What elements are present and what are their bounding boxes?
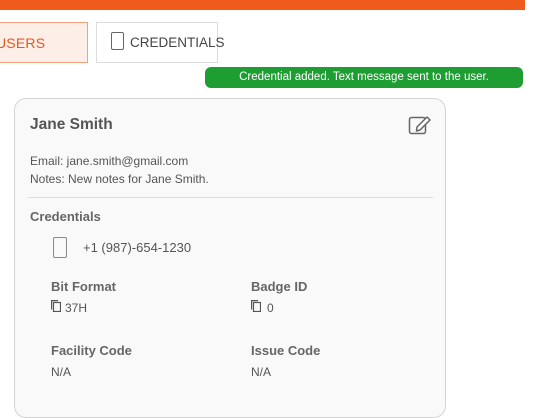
bit-format-value: 37H <box>65 301 88 315</box>
credentials-title: Credentials <box>30 209 101 224</box>
user-notes: Notes: New notes for Jane Smith. <box>30 172 209 186</box>
phone-icon <box>53 237 67 258</box>
issue-code-value: N/A <box>251 365 272 379</box>
tab-users[interactable]: USERS <box>0 22 88 63</box>
tab-credentials[interactable]: CREDENTIALS <box>96 22 225 63</box>
copy-icon[interactable] <box>51 300 61 312</box>
tab-users-label: USERS <box>0 35 46 51</box>
facility-code-value: N/A <box>51 365 72 379</box>
divider <box>28 197 433 198</box>
phone-icon <box>111 32 124 51</box>
copy-icon[interactable] <box>251 300 261 312</box>
user-email: Email: jane.smith@gmail.com <box>30 154 189 168</box>
badge-id-value: 0 <box>267 301 274 315</box>
toast-message: Credential added. Text message sent to t… <box>239 71 489 83</box>
bit-format-label: Bit Format <box>51 279 116 294</box>
facility-code-label: Facility Code <box>51 343 132 358</box>
right-margin <box>525 0 534 389</box>
edit-icon[interactable] <box>408 114 432 136</box>
success-toast: Credential added. Text message sent to t… <box>205 67 523 88</box>
user-card: Jane Smith Email: jane.smith@gmail.com N… <box>14 98 446 418</box>
credential-phone-number: +1 (987)-654-1230 <box>83 240 192 255</box>
user-name: Jane Smith <box>30 116 113 133</box>
badge-id-label: Badge ID <box>251 279 308 294</box>
tab-credentials-label: CREDENTIALS <box>130 35 225 50</box>
issue-code-label: Issue Code <box>251 343 321 358</box>
top-accent-bar <box>0 0 534 10</box>
